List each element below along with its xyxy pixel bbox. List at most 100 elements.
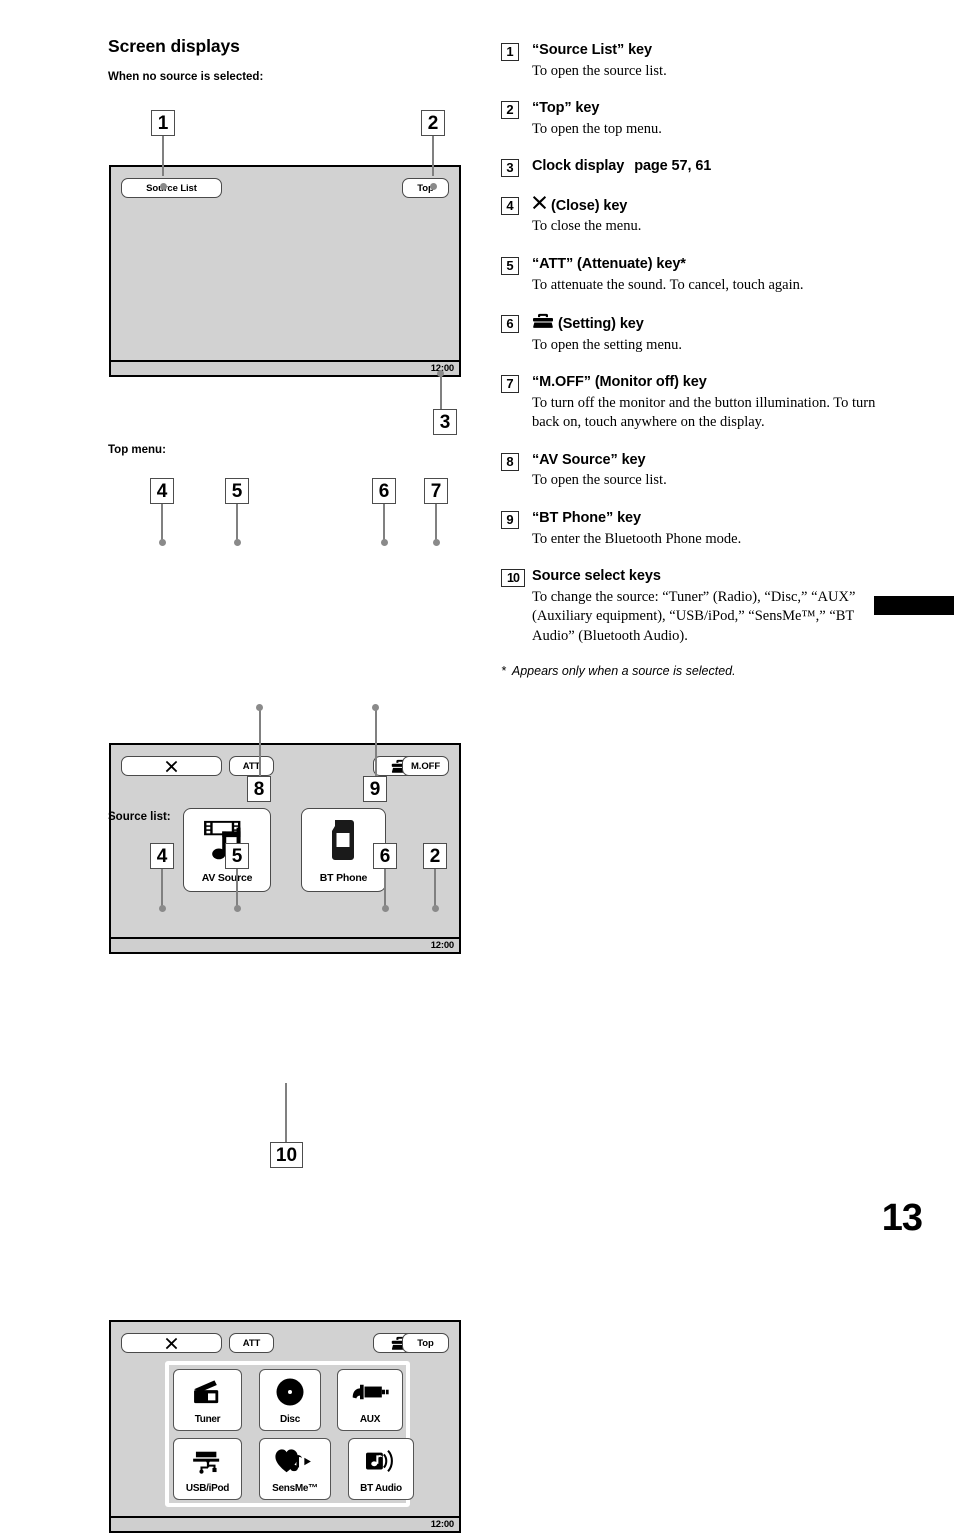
leader-dot-4-src <box>158 905 166 912</box>
legend-description: To enter the Bluetooth Phone mode. <box>532 530 742 547</box>
legend-body: Source select keys To change the source:… <box>532 567 881 646</box>
legend-item-3: 3 Clock display page 57, 61 <box>501 157 881 178</box>
legend-body: “BT Phone” key To enter the Bluetooth Ph… <box>532 509 881 549</box>
setting-toolbox-icon <box>532 313 554 335</box>
att-key[interactable]: ATT <box>229 1333 274 1353</box>
source-tile-aux[interactable]: AUX <box>337 1369 403 1431</box>
legend-description: To turn off the monitor and the button i… <box>532 394 876 431</box>
legend-description: To open the setting menu. <box>532 336 682 353</box>
close-x-icon <box>165 760 178 772</box>
leader-line-5-src <box>236 869 238 907</box>
legend-number: 6 <box>501 315 519 334</box>
source-tile-bt-audio[interactable]: BT Audio <box>348 1438 414 1500</box>
legend-number: 5 <box>501 256 519 275</box>
screen-no-source: Source List Top 12:00 <box>109 165 461 377</box>
leader-line-6-top <box>383 504 385 542</box>
legend-description: To close the menu. <box>532 218 642 235</box>
footnote: * Appears only when a source is selected. <box>501 664 881 678</box>
close-key[interactable] <box>121 1333 222 1353</box>
legend-description: To open the top menu. <box>532 120 662 137</box>
legend-number: 1 <box>501 43 519 61</box>
status-bar: 12:00 <box>111 360 459 375</box>
close-key[interactable] <box>121 756 222 776</box>
source-tile-disc[interactable]: Disc <box>259 1369 321 1431</box>
page-number: 13 <box>881 1197 923 1239</box>
top-key[interactable]: Top <box>402 1333 449 1353</box>
legend-body: (Close) key To close the menu. <box>532 195 881 237</box>
src-icon-wrap <box>174 1439 241 1483</box>
moff-key[interactable]: M.OFF <box>402 756 449 776</box>
legend-body: (Setting) key To open the setting menu. <box>532 313 881 355</box>
callout-1: 1 <box>151 110 175 136</box>
legend-body: “Top” key To open the top menu. <box>532 99 881 139</box>
callout-6-source-list: 6 <box>373 843 397 869</box>
close-x-icon <box>165 1337 178 1349</box>
leader-line-9 <box>374 708 377 777</box>
callout-2-no-source: 2 <box>421 110 445 136</box>
legend-heading: “Top” key <box>532 100 600 117</box>
legend-body: “AV Source” key To open the source list. <box>532 451 881 491</box>
legend-item-6: 6 (Setting) key To open the setting menu… <box>501 313 881 355</box>
leader-dot-2 <box>429 183 437 190</box>
heart-note-icon <box>275 1449 311 1473</box>
callout-6-top-menu: 6 <box>372 478 396 504</box>
leader-dot-5-top <box>233 539 241 546</box>
leader-line-2 <box>432 136 434 176</box>
callout-5-top-menu: 5 <box>225 478 249 504</box>
source-label-aux: AUX <box>359 1414 381 1425</box>
leader-line-3 <box>439 374 442 410</box>
source-list-key[interactable]: Source List <box>121 178 222 198</box>
bt-audio-icon <box>366 1449 393 1473</box>
left-illustration-column: Screen displays When no source is select… <box>108 36 478 83</box>
mobile-phone-icon <box>331 819 354 860</box>
legend-item-5: 5 “ATT” (Attenuate) key* To attenuate th… <box>501 255 881 295</box>
usb-icon <box>192 1451 219 1474</box>
source-tile-usb-ipod[interactable]: USB/iPod <box>173 1438 242 1500</box>
callout-10: 10 <box>270 1142 303 1168</box>
legend-number: 8 <box>501 452 519 471</box>
leader-line-4-src <box>161 869 163 907</box>
leader-line-1 <box>162 136 164 176</box>
caption-source-list: Source list: <box>108 811 171 823</box>
callout-3: 3 <box>433 409 457 435</box>
leader-line-8 <box>258 708 261 777</box>
callout-5-source-list: 5 <box>225 843 249 869</box>
callout-8: 8 <box>247 776 271 802</box>
legend-body: Clock display page 57, 61 <box>532 157 881 177</box>
leader-dot-1 <box>159 183 167 190</box>
legend-heading: “Source List” key <box>532 42 652 58</box>
legend-heading-text: (Close) key <box>551 197 628 214</box>
legend-item-4: 4 (Close) key To close the menu. <box>501 195 881 237</box>
legend-item-8: 8 “AV Source” key To open the source lis… <box>501 451 881 491</box>
leader-line-7 <box>435 504 437 542</box>
legend-item-2: 2 “Top” key To open the top menu. <box>501 99 881 139</box>
legend-description: To change the source: “Tuner” (Radio), “… <box>532 588 856 644</box>
callout-2-source-list: 2 <box>423 843 447 869</box>
top-key[interactable]: Top <box>402 178 449 198</box>
source-tile-tuner[interactable]: Tuner <box>173 1369 242 1431</box>
src-icon-wrap <box>174 1370 241 1414</box>
callout-9: 9 <box>363 776 387 802</box>
source-label-sensme: SensMe™ <box>272 1483 318 1494</box>
source-tile-sensme[interactable]: SensMe™ <box>259 1438 331 1500</box>
leader-dot-9 <box>372 704 379 711</box>
legend-heading: “BT Phone” key <box>532 510 641 526</box>
legend-heading: “ATT” (Attenuate) key* <box>532 255 686 272</box>
legend-item-10: 10 Source select keys To change the sour… <box>501 567 881 646</box>
legend-description: To open the source list. <box>532 62 667 79</box>
legend-number: 7 <box>501 375 519 394</box>
legend-heading: “AV Source” key <box>532 451 646 468</box>
footnote-text: Appears only when a source is selected. <box>511 664 736 679</box>
caption-top-menu: Top menu: <box>108 444 166 456</box>
source-label-disc: Disc <box>280 1414 300 1425</box>
source-label-bt-audio: BT Audio <box>360 1483 402 1494</box>
legend-heading: Source select keys <box>532 568 661 585</box>
legend-body: “Source List” key To open the source lis… <box>532 41 881 81</box>
page-title: Screen displays <box>108 36 240 56</box>
clock-display: 12:00 <box>430 940 455 951</box>
status-bar: 12:00 <box>111 937 459 952</box>
leader-dot-6-src <box>381 905 389 912</box>
disc-icon <box>276 1378 304 1406</box>
aux-plug-icon <box>352 1384 389 1400</box>
att-key[interactable]: ATT <box>229 756 274 776</box>
